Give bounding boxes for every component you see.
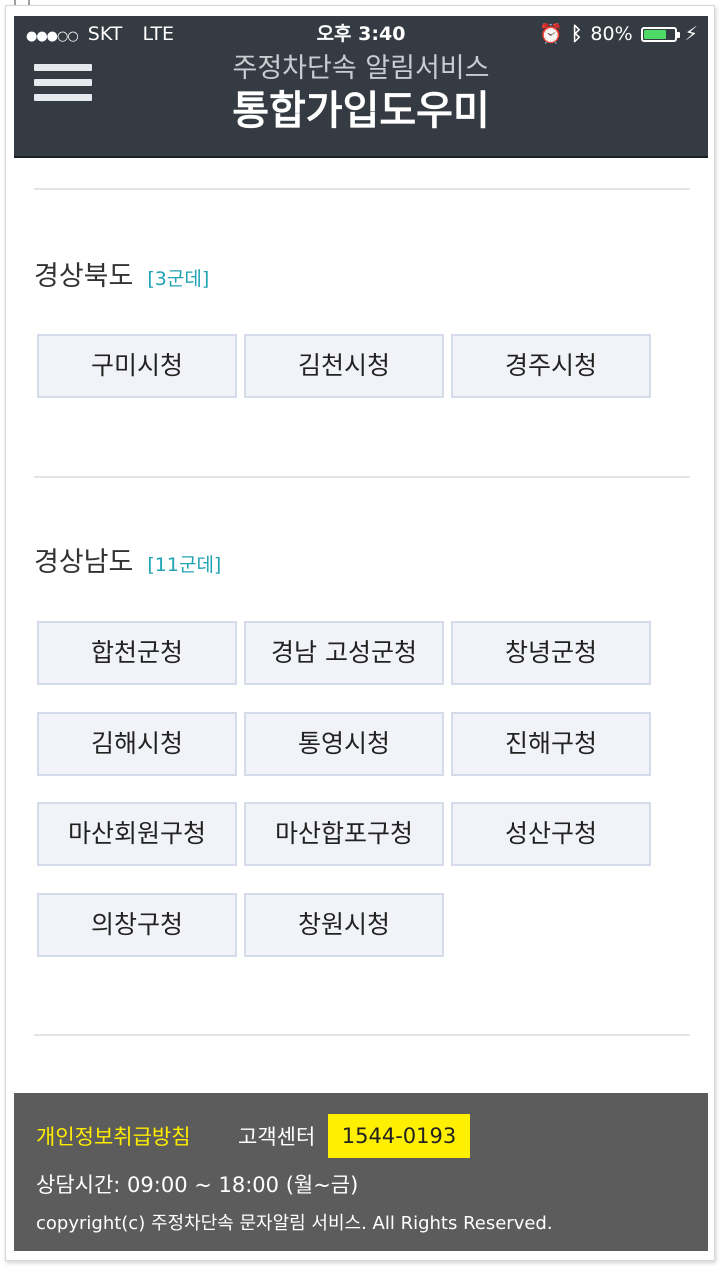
office-button[interactable]: 경남 고성군청 xyxy=(244,621,444,685)
battery-fill xyxy=(643,29,667,39)
app-header: ●●●○○ SKT LTE 오후 3:40 ⏰ ᛒ 80% ⚡ 주정차단속 알림… xyxy=(14,16,708,158)
battery-icon xyxy=(640,26,680,42)
header-title: 통합가입도우미 xyxy=(232,88,490,134)
section-title-gyeongbuk: 경상북도 [3군데] xyxy=(34,254,209,293)
header-titles: 주정차단속 알림서비스 통합가입도우미 xyxy=(14,52,708,136)
copyright-text: copyright(c) 주정차단속 문자알림 서비스. All Rights … xyxy=(36,1213,553,1234)
section-title-text: 경상북도 xyxy=(34,261,134,292)
office-button[interactable]: 마산합포구청 xyxy=(244,802,444,866)
office-button[interactable]: 성산구청 xyxy=(451,802,651,866)
office-button[interactable]: 합천군청 xyxy=(37,621,237,685)
section-count: [3군데] xyxy=(147,268,210,290)
privacy-policy-link[interactable]: 개인정보취급방침 xyxy=(36,1121,191,1151)
footer: 개인정보취급방침 고객센터 1544-0193 상담시간: 09:00 ~ 18… xyxy=(14,1093,708,1251)
phone-number-button[interactable]: 1544-0193 xyxy=(328,1114,470,1158)
office-button[interactable]: 창녕군청 xyxy=(451,621,651,685)
section-title-gyeongnam: 경상남도 [11군데] xyxy=(34,540,221,579)
business-hours: 상담시간: 09:00 ~ 18:00 (월~금) xyxy=(36,1173,359,1197)
section-count: [11군데] xyxy=(147,554,222,576)
divider xyxy=(34,1034,690,1036)
battery-percent: 80% xyxy=(590,23,633,45)
office-button[interactable]: 의창구청 xyxy=(37,893,237,957)
header-subtitle: 주정차단속 알림서비스 xyxy=(232,53,490,84)
charging-icon: ⚡ xyxy=(684,23,698,45)
office-button[interactable]: 창원시청 xyxy=(244,893,444,957)
status-right: ⏰ ᛒ 80% ⚡ xyxy=(539,16,698,52)
office-button[interactable]: 구미시청 xyxy=(37,334,237,398)
divider xyxy=(34,188,690,190)
office-button[interactable]: 통영시청 xyxy=(244,712,444,776)
phone-screen: ●●●○○ SKT LTE 오후 3:40 ⏰ ᛒ 80% ⚡ 주정차단속 알림… xyxy=(5,5,715,1261)
office-button[interactable]: 김천시청 xyxy=(244,334,444,398)
customer-center-label: 고객센터 xyxy=(238,1125,316,1149)
office-button[interactable]: 경주시청 xyxy=(451,334,651,398)
bluetooth-icon: ᛒ xyxy=(571,23,583,45)
divider xyxy=(34,476,690,478)
office-button[interactable]: 마산회원구청 xyxy=(37,802,237,866)
office-button[interactable]: 김해시청 xyxy=(37,712,237,776)
alarm-icon: ⏰ xyxy=(539,23,564,45)
office-button[interactable]: 진해구청 xyxy=(451,712,651,776)
status-bar: ●●●○○ SKT LTE 오후 3:40 ⏰ ᛒ 80% ⚡ xyxy=(14,16,708,52)
section-title-text: 경상남도 xyxy=(34,547,134,578)
